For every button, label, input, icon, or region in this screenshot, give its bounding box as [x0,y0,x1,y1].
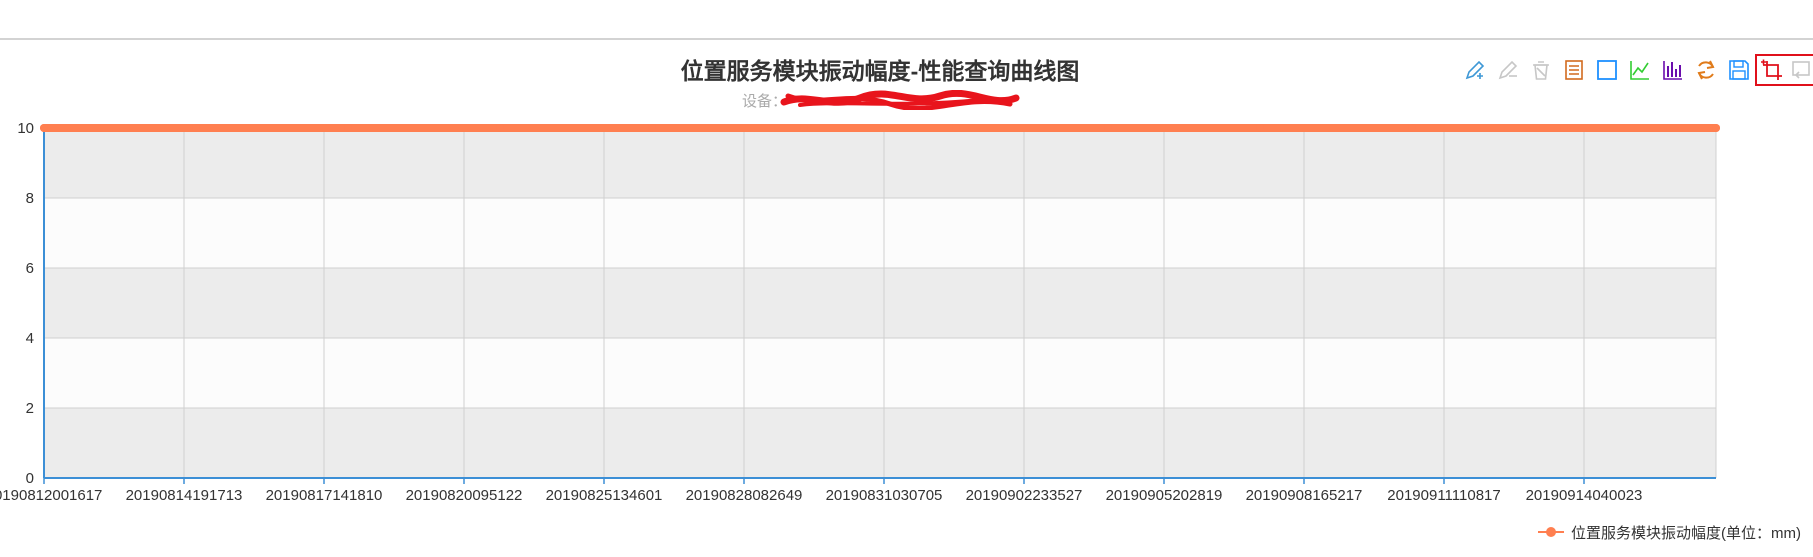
plot-band [44,268,1716,338]
chart-legend[interactable]: 位置服务模块振动幅度(单位：mm) [1537,522,1801,542]
x-tick-label: 20190905202819 [1106,487,1223,504]
legend-marker-icon [1538,527,1564,537]
line-chart-plot: 20190812001617 20190814191713 201908171418… [0,120,1720,504]
series-point [496,124,504,132]
series-point [344,124,352,132]
x-tick-label: 20190831030705 [826,487,943,504]
series-point [1560,124,1568,132]
x-tick-label: 20190908165217 [1246,487,1363,504]
series-point [1712,124,1720,132]
x-tick-label: 20190914040023 [1526,487,1643,504]
y-tick-label: 6 [26,260,34,277]
series-point [192,124,200,132]
plot-band [44,338,1716,408]
legend-label: 位置服务模块振动幅度(单位：mm) [1571,524,1801,542]
y-tick-label: 4 [26,330,34,347]
x-tick-label: 20190814191713 [126,487,243,504]
plot-band [44,128,1716,198]
y-tick-label: 2 [26,400,34,417]
series-point [648,124,656,132]
series-point [1408,124,1416,132]
series-point [1256,124,1264,132]
series-point [952,124,960,132]
series-point [800,124,808,132]
y-tick-label: 0 [26,470,34,487]
plot-band [44,198,1716,268]
y-tick-label: 8 [26,190,34,207]
x-tick-label: 20190820095122 [406,487,523,504]
x-tick-label: 20190911110817 [1387,487,1500,504]
series-point [40,124,48,132]
series-point [1104,124,1112,132]
x-tick-label: 20190812001617 [0,487,102,504]
x-tick-label: 20190828082649 [686,487,803,504]
y-tick-label: 10 [17,120,34,137]
x-tick-label: 20190817141810 [266,487,383,504]
x-tick-label: 20190902233527 [966,487,1083,504]
plot-band [44,408,1716,478]
x-tick-label: 20190825134601 [546,487,663,504]
